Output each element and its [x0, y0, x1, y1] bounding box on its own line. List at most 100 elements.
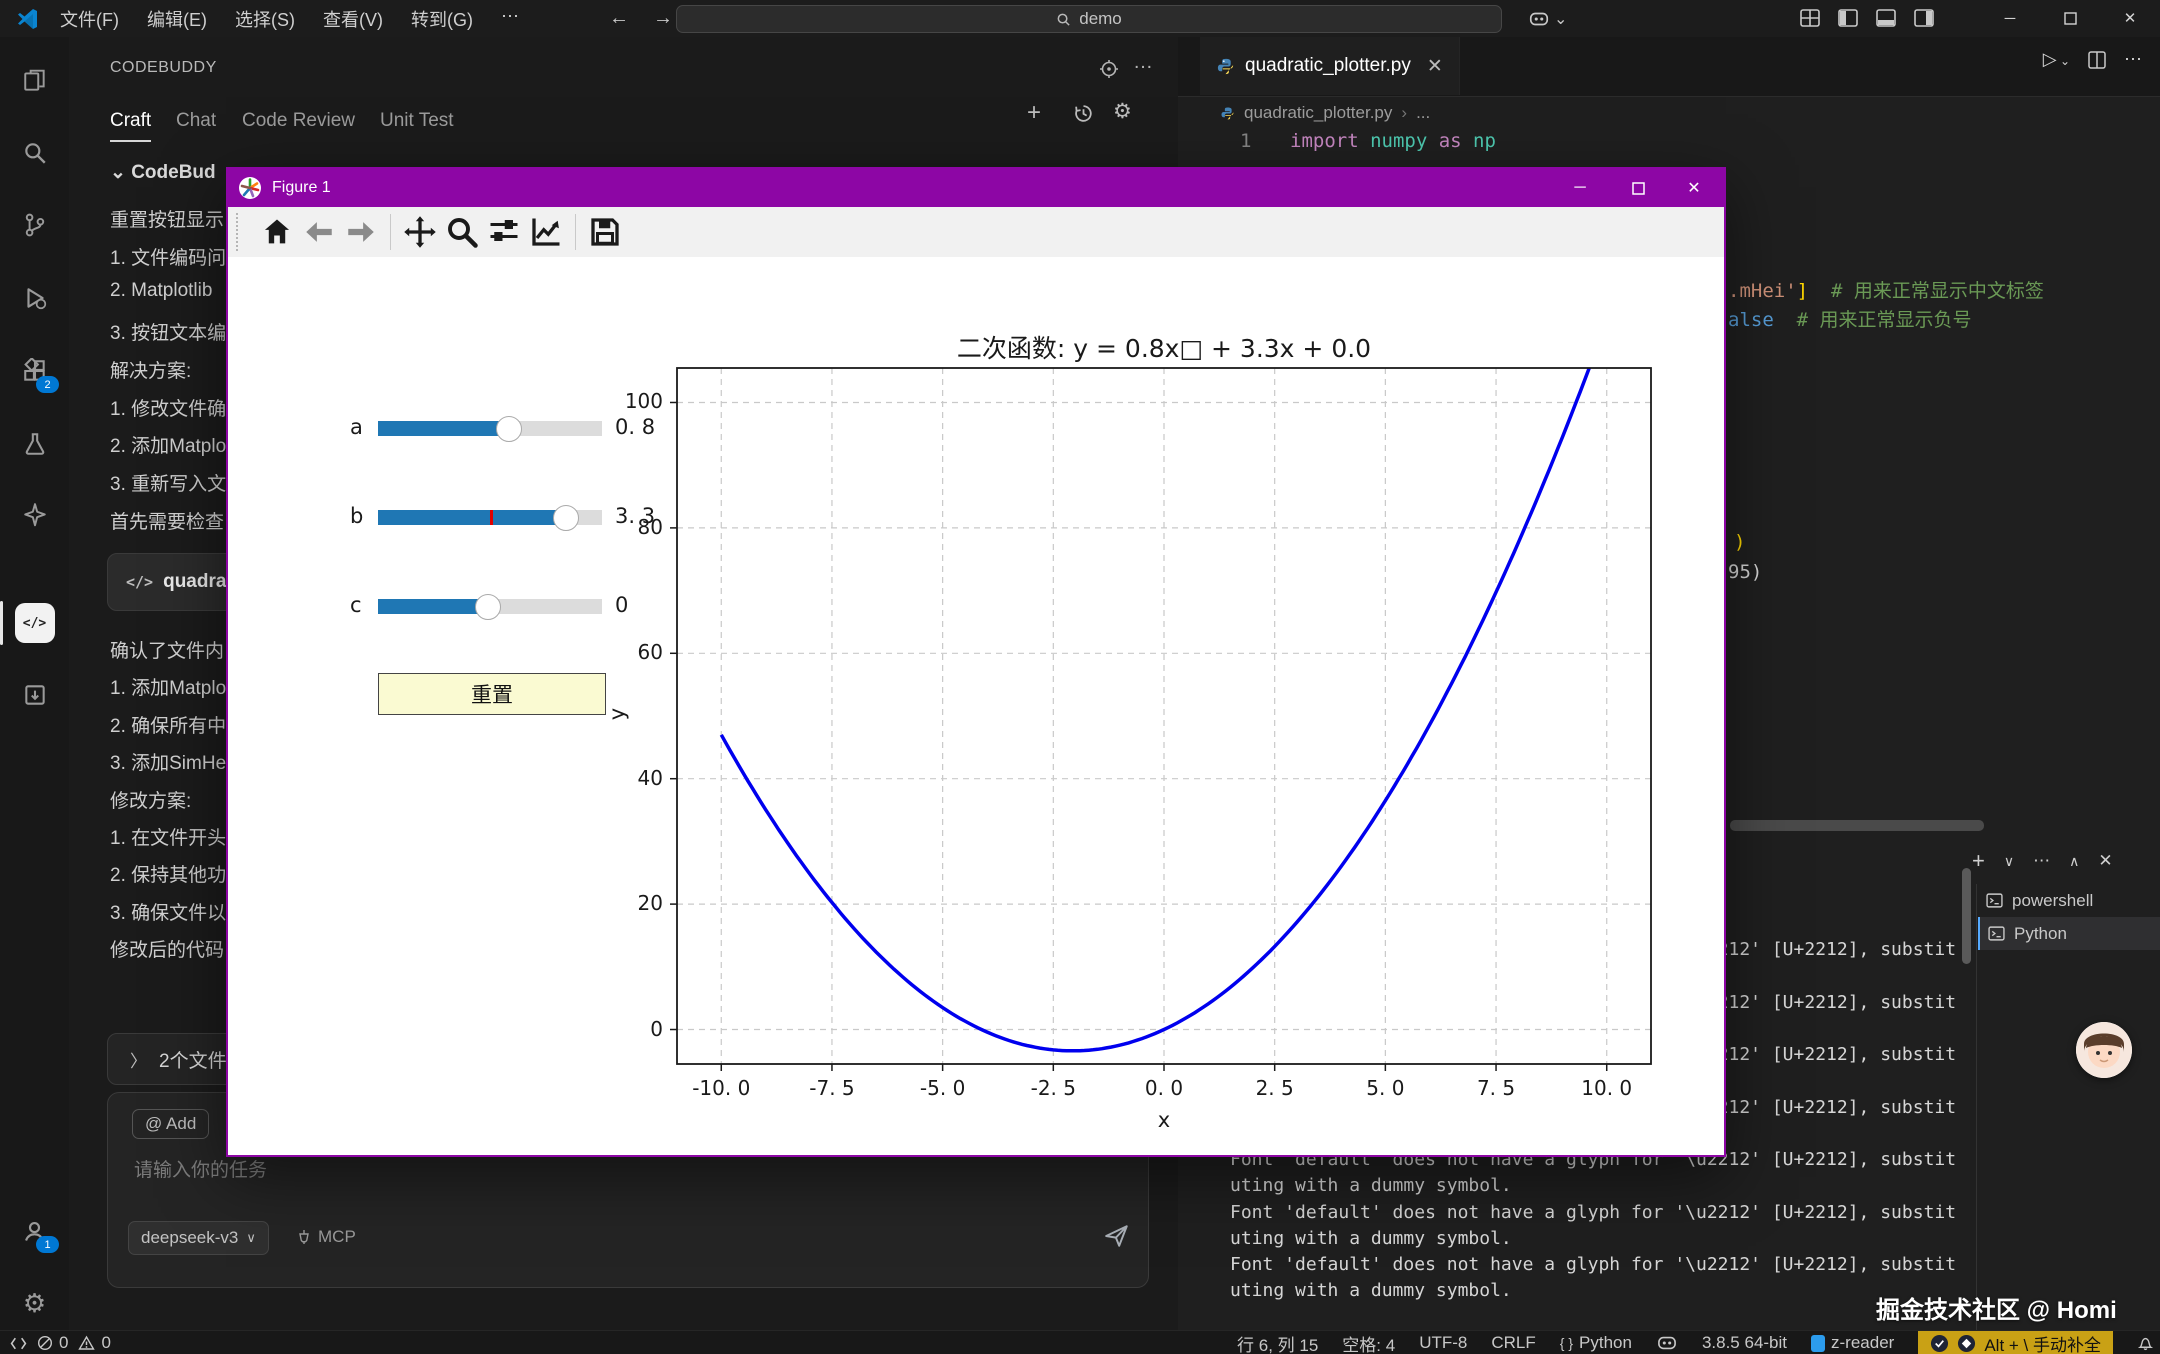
nav-back-icon[interactable]: ←	[597, 7, 641, 30]
subplots-tool-icon[interactable]	[483, 211, 525, 253]
completion-status[interactable]: Alt + \ 手动补全	[1918, 1331, 2113, 1354]
zoom-tool-icon[interactable]	[441, 211, 483, 253]
warnings-indicator[interactable]: 0	[78, 1333, 111, 1353]
test-flask-icon[interactable]	[0, 418, 69, 470]
explorer-icon[interactable]	[0, 55, 69, 107]
codebuddy-icon-active[interactable]: </>	[0, 597, 69, 649]
chevron-down-icon: ⌄	[110, 162, 132, 183]
figure-maximize-button[interactable]	[1610, 169, 1666, 207]
z-reader[interactable]: z-reader	[1811, 1333, 1894, 1353]
slider-a[interactable]	[378, 421, 602, 436]
panel-tab-craft[interactable]: Craft	[110, 110, 152, 142]
panel-tab-code-review[interactable]: Code Review	[242, 110, 355, 140]
indentation[interactable]: 空格: 4	[1342, 1331, 1395, 1354]
back-tool-icon[interactable]	[298, 211, 340, 253]
model-selector[interactable]: deepseek-v3 ∨	[128, 1221, 269, 1255]
menu-item-4[interactable]: 转到(G)	[399, 2, 485, 36]
chart-title: 二次函数: y = 0.8x□ + 3.3x + 0.0	[956, 334, 1372, 363]
command-center-search[interactable]: demo	[676, 5, 1502, 33]
menu-item-1[interactable]: 编辑(E)	[135, 2, 219, 36]
panel-tab-unit-test[interactable]: Unit Test	[380, 110, 454, 140]
reset-button[interactable]: 重置	[378, 673, 606, 715]
customize-layout-icon[interactable]	[1800, 9, 1820, 28]
editor-more-icon[interactable]: ⋯	[2124, 49, 2142, 70]
menu-item-5[interactable]: ⋯	[489, 2, 531, 36]
forward-tool-icon[interactable]	[340, 211, 382, 253]
run-debug-icon[interactable]	[0, 272, 69, 324]
slider-handle-a[interactable]	[496, 415, 523, 442]
home-tool-icon[interactable]	[256, 211, 298, 253]
notifications-bell-icon[interactable]	[2137, 1334, 2154, 1352]
search-text: demo	[1079, 9, 1122, 28]
tab-quadratic-plotter[interactable]: quadratic_plotter.py ✕	[1200, 37, 1460, 95]
panel-more-icon[interactable]: …	[1133, 51, 1153, 74]
terminal-close-icon[interactable]: ✕	[2098, 851, 2112, 871]
code-line-1[interactable]: import numpy as np	[1290, 130, 1496, 152]
slider-handle-b[interactable]	[553, 504, 580, 531]
target-icon[interactable]	[1099, 59, 1119, 79]
status-bar: 0 0 行 6, 列 15 空格: 4 UTF-8 CRLF { } Python…	[0, 1330, 2160, 1354]
toggle-secondary-sidebar-icon[interactable]	[1914, 9, 1934, 28]
menu-item-0[interactable]: 文件(F)	[48, 2, 131, 36]
source-control-icon[interactable]	[0, 199, 69, 251]
activity-bar: 2 </> 1 ⚙	[0, 37, 70, 1330]
terminal-tab-powershell[interactable]: powershell	[1978, 884, 2160, 917]
slider-handle-c[interactable]	[474, 593, 501, 620]
terminal-more-icon[interactable]: ⋯	[2033, 851, 2050, 871]
ai-sparkle-icon[interactable]	[0, 489, 69, 541]
figure-close-button[interactable]: ✕	[1666, 169, 1722, 207]
pan-tool-icon[interactable]	[399, 211, 441, 253]
section-header[interactable]: ⌄ CodeBud	[110, 161, 216, 184]
deploy-package-icon[interactable]	[0, 669, 69, 721]
window-close-button[interactable]: ✕	[2100, 0, 2160, 36]
cursor-position[interactable]: 行 6, 列 15	[1237, 1331, 1318, 1354]
settings-gear-icon[interactable]: ⚙	[0, 1277, 69, 1329]
toggle-panel-icon[interactable]	[1876, 9, 1896, 28]
figure-minimize-button[interactable]: ─	[1552, 169, 1608, 207]
remote-icon[interactable]	[10, 1335, 27, 1352]
language-mode[interactable]: { } Python	[1560, 1333, 1632, 1353]
terminal-tab-python[interactable]: Python	[1978, 917, 2160, 950]
editor-hscrollbar[interactable]	[1730, 820, 1984, 831]
panel-settings-icon[interactable]: ⚙	[1113, 99, 1132, 124]
window-maximize-button[interactable]	[2040, 0, 2100, 36]
copilot-icon[interactable]	[1528, 9, 1550, 29]
account-icon[interactable]: 1	[0, 1205, 69, 1257]
chat-line: 1. 添加Matplo	[110, 678, 227, 700]
x-axis-label: x	[1157, 1108, 1171, 1132]
mcp-button[interactable]: MCP	[296, 1227, 356, 1247]
encoding[interactable]: UTF-8	[1419, 1333, 1467, 1353]
copilot-chevron-icon[interactable]: ⌄	[1554, 9, 1567, 29]
copilot-status-icon[interactable]	[1656, 1334, 1678, 1352]
errors-indicator[interactable]: 0	[37, 1333, 68, 1353]
send-icon[interactable]	[1104, 1223, 1130, 1249]
panel-tab-chat[interactable]: Chat	[176, 110, 216, 140]
terminal-scrollbar[interactable]	[1962, 868, 1971, 964]
plot-area[interactable]	[670, 367, 1652, 1071]
terminal-maximize-icon[interactable]: ∧	[2069, 853, 2079, 870]
tab-close-icon[interactable]: ✕	[1427, 55, 1443, 78]
plug-icon	[299, 1230, 309, 1244]
window-minimize-button[interactable]: ─	[1980, 0, 2040, 36]
terminal-new-icon[interactable]: +	[1972, 848, 1985, 874]
toolbar-drag-handle[interactable]	[236, 213, 246, 251]
customize-axes-tool-icon[interactable]	[525, 211, 567, 253]
extensions-icon[interactable]: 2	[0, 345, 69, 397]
python-runtime[interactable]: 3.8.5 64-bit	[1702, 1333, 1787, 1353]
menu-item-3[interactable]: 查看(V)	[311, 2, 395, 36]
split-editor-icon[interactable]	[2088, 50, 2106, 69]
toggle-sidebar-icon[interactable]	[1838, 9, 1858, 28]
terminal-dropdown-icon[interactable]: ∨	[2004, 853, 2014, 870]
avatar[interactable]	[2076, 1022, 2132, 1078]
menu-item-2[interactable]: 选择(S)	[223, 2, 307, 36]
run-button[interactable]: ▷ ⌄	[2043, 49, 2070, 70]
chat-input-placeholder[interactable]: 请输入你的任务	[134, 1155, 267, 1182]
breadcrumb[interactable]: quadratic_plotter.py › ...	[1220, 103, 1430, 123]
new-session-icon[interactable]: +	[1027, 99, 1041, 127]
add-context-button[interactable]: @ Add	[132, 1109, 210, 1139]
search-sidebar-icon[interactable]	[0, 127, 69, 179]
figure-titlebar[interactable]: Figure 1 ─ ✕	[228, 169, 1724, 207]
history-icon[interactable]	[1073, 103, 1094, 124]
save-tool-icon[interactable]	[584, 211, 626, 253]
eol[interactable]: CRLF	[1491, 1333, 1535, 1353]
